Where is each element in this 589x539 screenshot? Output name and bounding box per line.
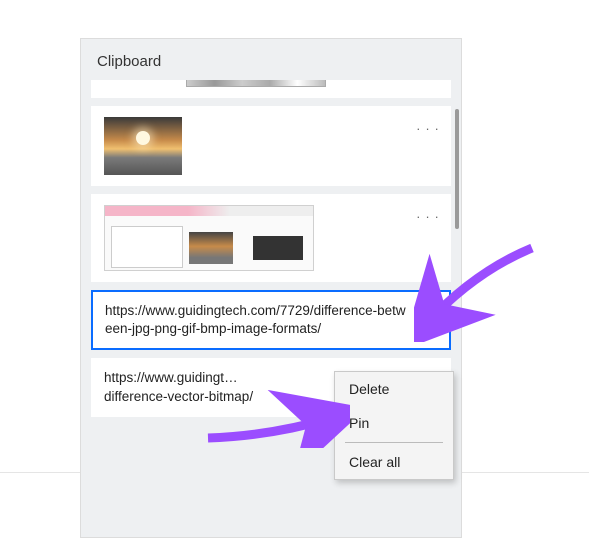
clipboard-item[interactable]: . . . (91, 194, 451, 282)
clipboard-text: https://www.guidingtech.com/7729/differe… (105, 302, 407, 338)
scrollbar-thumb[interactable] (455, 109, 459, 229)
menu-item-clear-all[interactable]: Clear all (335, 445, 453, 479)
item-more-button[interactable]: . . . (414, 203, 442, 223)
menu-item-pin[interactable]: Pin (335, 406, 453, 440)
annotation-arrow-icon (414, 242, 544, 342)
item-more-button[interactable]: . . . (414, 115, 442, 135)
clipboard-item[interactable] (91, 80, 451, 98)
context-menu: Delete Pin Clear all (334, 371, 454, 480)
menu-item-delete[interactable]: Delete (335, 372, 453, 406)
panel-title: Clipboard (81, 39, 461, 80)
menu-separator (345, 442, 443, 443)
image-thumbnail (104, 117, 182, 175)
image-thumbnail (186, 80, 326, 87)
image-thumbnail (104, 205, 314, 271)
annotation-arrow-icon (200, 388, 350, 448)
clipboard-item[interactable]: https://www.guidingtech.com/7729/differe… (91, 290, 451, 350)
clipboard-item[interactable]: . . . (91, 106, 451, 186)
